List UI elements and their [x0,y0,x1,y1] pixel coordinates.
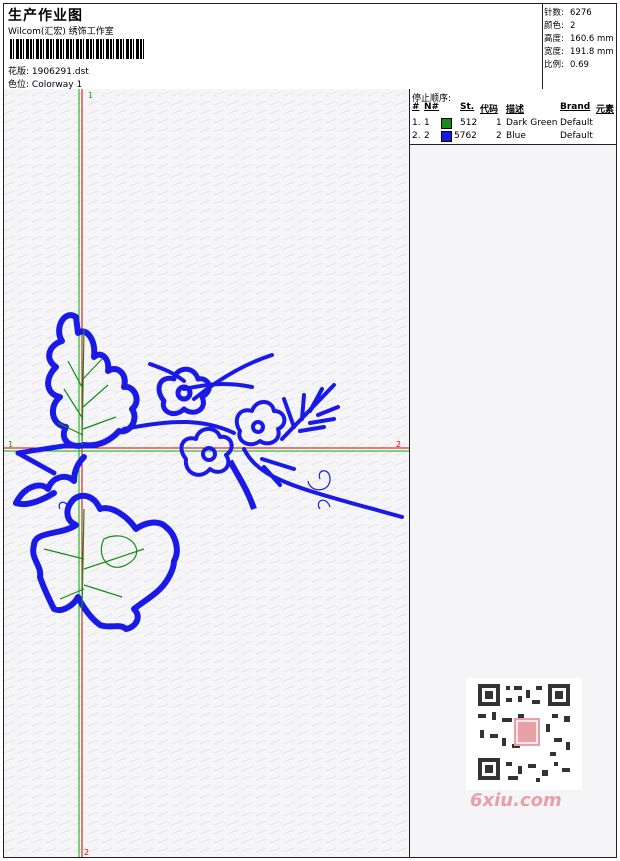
spec-scale: 比例: 0.69 [544,60,589,70]
barcode [10,39,144,59]
sheet-header: 生产作业图 Wilcom(汇宏) 绣饰工作室 花版: 1906291.dst 色… [4,4,616,90]
table-row: 1. 1 512 1 Dark Green Default [412,118,593,129]
col-n: N# [424,102,440,112]
qr-code-watermark [466,678,582,790]
col-brand: Brand [560,102,591,112]
axis-v-top-label: 1 [88,91,93,100]
design-canvas: 1 2 1 2 [4,89,409,857]
spec-width: 宽度: 191.8 mm [544,47,614,57]
embroidery-preview: 1 2 1 2 [4,89,409,857]
axis-v-bottom-label: 2 [84,848,89,857]
site-watermark: 6xiu.com [470,790,562,811]
col-desc: 描述 [506,105,525,115]
col-num: # [412,102,420,112]
color-swatch-green [441,118,452,129]
col-st: St. [460,102,475,112]
spec-stitches: 针数: 6276 [544,8,592,18]
design-info: 花版: 1906291.dst [8,64,89,77]
color-swatch-blue [441,131,452,142]
page-title: 生产作业图 [8,8,83,24]
axis-h-right-label: 2 [396,440,401,449]
spec-height: 高度: 160.6 mm [544,34,614,44]
axis-h-left-label: 1 [8,440,13,449]
table-row: 2. 2 5762 2 Blue Default [412,131,593,142]
spec-colors: 颜色: 2 [544,21,576,31]
design-specs: 针数: 6276 颜色: 2 高度: 160.6 mm 宽度: 191.8 mm 比例:… [542,4,617,89]
col-element: 元素 [596,105,615,115]
col-code: 代码 [480,105,499,115]
design-file: 1906291.dst [31,67,89,77]
design-label: 花版: [8,67,30,77]
stop-sequence-panel: 停止顺序: # N# St. 代码 描述 Brand 元素 1. 1 512 1… [410,89,616,145]
studio-name: Wilcom(汇宏) 绣饰工作室 [8,27,114,37]
